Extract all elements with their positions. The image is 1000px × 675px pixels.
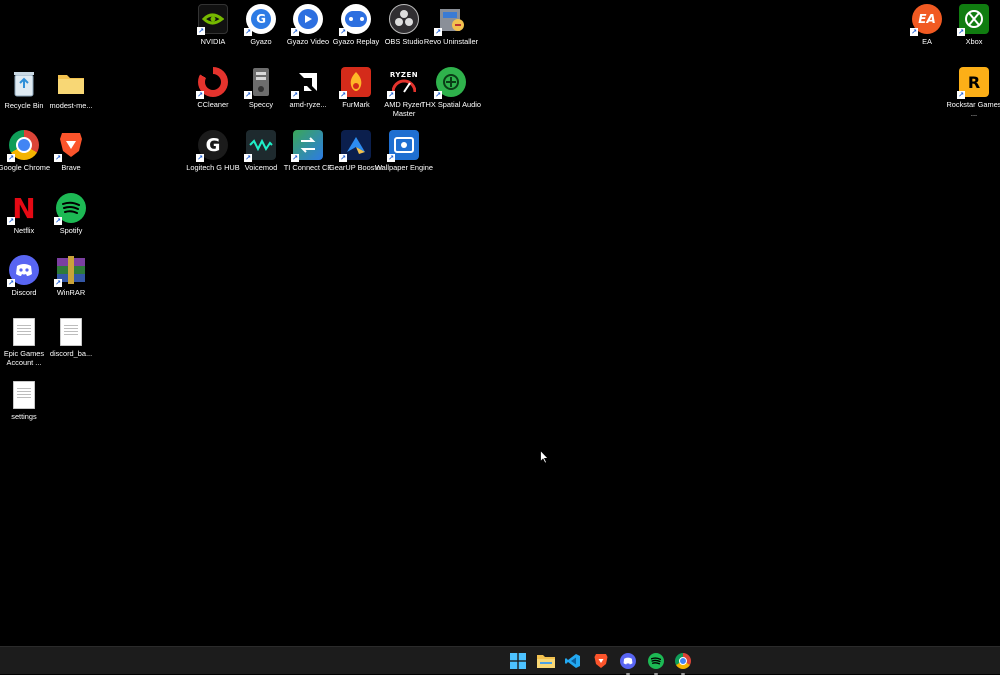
gyazo-replay-icon: ↗ — [339, 4, 371, 36]
text-document-icon — [13, 381, 35, 409]
speccy-icon: ↗ — [244, 67, 276, 99]
desktop-icon-rockstar-games[interactable]: R ↗ Rockstar Games ... — [946, 63, 1000, 119]
gearup-icon: ↗ — [339, 130, 371, 162]
thx-icon: ↗ — [434, 67, 466, 99]
ccleaner-icon: ↗ — [196, 67, 228, 99]
desktop-icon-label: discord_ba... — [49, 349, 93, 358]
desktop-icon-label: Xbox — [965, 37, 983, 46]
taskbar-spotify-button[interactable] — [646, 651, 666, 675]
desktop-icon-winrar[interactable]: ↗ WinRAR — [48, 251, 94, 297]
furmark-icon: ↗ — [339, 67, 371, 99]
spotify-icon — [648, 653, 664, 669]
xbox-icon: ↗ — [957, 4, 989, 36]
desktop-icon-label: Revo Uninstaller — [423, 37, 479, 46]
mouse-cursor-icon — [540, 449, 549, 469]
gyazo-icon: G ↗ — [244, 4, 276, 36]
obs-icon — [389, 4, 419, 34]
folder-icon — [56, 68, 86, 98]
discord-icon — [620, 653, 636, 669]
desktop-icon-gearup-booster[interactable]: ↗ GearUP Booster — [329, 126, 383, 172]
taskbar-chrome-button[interactable] — [673, 651, 693, 675]
desktop-icon-label: Spotify — [59, 226, 83, 235]
revo-uninstaller-icon: ↗ — [434, 4, 466, 36]
brave-icon — [594, 654, 608, 668]
desktop-icon-label: Rockstar Games ... — [946, 100, 1000, 119]
desktop-icon-ccleaner[interactable]: ↗ CCleaner — [190, 63, 236, 109]
desktop-icon-amd-ryze[interactable]: ↗ amd-ryze... — [285, 63, 331, 109]
brave-icon: ↗ — [54, 130, 86, 162]
chrome-icon: ↗ — [7, 130, 39, 162]
desktop-icon-label: THX Spatial Audio — [421, 100, 481, 109]
desktop-icon-label: modest-me... — [49, 101, 93, 110]
voicemod-icon: ↗ — [244, 130, 276, 162]
desktop[interactable]: Recycle Bin modest-me... ↗ Google Chrome… — [0, 0, 1000, 646]
desktop-icon-nvidia[interactable]: ↗ NVIDIA — [190, 0, 236, 46]
desktop-icon-brave[interactable]: ↗ Brave — [48, 126, 94, 172]
desktop-icon-revo-uninstaller[interactable]: ↗ Revo Uninstaller — [424, 0, 478, 46]
desktop-icon-ti-connect-ce[interactable]: ↗ TI Connect CE — [284, 126, 332, 172]
desktop-icon-label: Wallpaper Engine — [374, 163, 434, 172]
desktop-icon-discord-ba[interactable]: discord_ba... — [48, 314, 94, 358]
desktop-icon-gyazo-video[interactable]: ↗ Gyazo Video — [285, 0, 331, 46]
desktop-icon-gyazo-replay[interactable]: ↗ Gyazo Replay — [333, 0, 379, 46]
desktop-icon-amd-ryzen-master[interactable]: RYZEN ↗ AMD Ryzen Master — [381, 63, 427, 119]
text-document-icon — [13, 318, 35, 346]
desktop-icon-wallpaper-engine[interactable]: ↗ Wallpaper Engine — [375, 126, 433, 172]
gyazo-video-icon: ↗ — [291, 4, 323, 36]
ea-icon: EA ↗ — [910, 4, 942, 36]
desktop-icon-xbox[interactable]: ↗ Xbox — [951, 0, 997, 46]
ti-connect-icon: ↗ — [291, 130, 323, 162]
taskbar-file-explorer-button[interactable] — [536, 651, 556, 671]
chrome-icon — [675, 653, 691, 669]
desktop-icon-thx-spatial-audio[interactable]: ↗ THX Spatial Audio — [421, 63, 481, 109]
vscode-icon — [565, 654, 580, 668]
desktop-icon-label: settings — [11, 412, 37, 421]
windows-start-icon — [510, 653, 526, 669]
recycle-bin-icon — [9, 68, 39, 98]
desktop-icon-furmark[interactable]: ↗ FurMark — [333, 63, 379, 109]
netflix-icon: N ↗ — [7, 191, 36, 225]
taskbar-brave-button[interactable] — [591, 651, 611, 671]
desktop-icon-label: Brave — [61, 163, 81, 172]
text-document-icon — [60, 318, 82, 346]
spotify-icon: ↗ — [54, 193, 86, 225]
logitech-g-icon: G ↗ — [196, 130, 228, 162]
taskbar-discord-button[interactable] — [618, 651, 638, 675]
desktop-icon-modest-me[interactable]: modest-me... — [48, 64, 94, 110]
taskbar-vscode-button[interactable] — [563, 651, 583, 671]
wallpaper-engine-icon: ↗ — [387, 130, 419, 162]
desktop-icon-spotify[interactable]: ↗ Spotify — [48, 189, 94, 235]
taskbar-start-button[interactable] — [508, 651, 528, 671]
desktop-icon-logitech-g-hub[interactable]: G ↗ Logitech G HUB — [186, 126, 240, 172]
amd-icon: ↗ — [291, 67, 323, 99]
discord-icon: ↗ — [7, 255, 39, 287]
file-explorer-icon — [537, 655, 555, 668]
winrar-icon: ↗ — [54, 255, 86, 287]
nvidia-icon: ↗ — [197, 4, 228, 35]
desktop-icon-label: WinRAR — [56, 288, 86, 297]
taskbar — [0, 646, 1000, 675]
desktop-icon-epic-games-account[interactable]: Epic Games Account ... — [1, 314, 47, 368]
rockstar-icon: R ↗ — [957, 67, 989, 99]
desktop-icon-settings[interactable]: settings — [1, 377, 47, 421]
ryzen-master-icon: RYZEN ↗ — [387, 71, 419, 99]
